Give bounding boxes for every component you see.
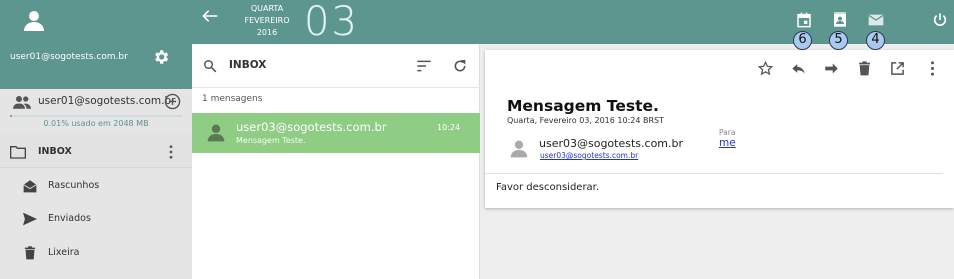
quota-text: 0.01% usado em 2048 MB xyxy=(43,119,149,128)
user-email: user01@sogotests.com.br xyxy=(10,52,128,62)
sidebar: user01@sogotests.com.br user01@sogotests… xyxy=(0,0,192,279)
arrow-back-icon[interactable] xyxy=(202,9,218,23)
sidebar-header: user01@sogotests.com.br xyxy=(0,0,192,89)
gear-icon[interactable] xyxy=(152,48,170,66)
message-date: Quarta, Fevereiro 03, 2016 10:24 BRST xyxy=(507,116,665,125)
folder-inbox[interactable]: INBOX xyxy=(0,135,192,168)
open-in-new-icon[interactable] xyxy=(890,61,905,76)
reply-icon[interactable] xyxy=(791,61,806,76)
message-time: 10:24 xyxy=(437,123,461,132)
sort-icon[interactable] xyxy=(416,60,432,72)
power-icon[interactable] xyxy=(932,12,948,28)
reading-pane: Mensagem Teste. Quarta, Fevereiro 03, 20… xyxy=(485,50,954,208)
trash-icon xyxy=(24,246,36,260)
badge-calendar: 6 xyxy=(793,31,812,50)
folder-sent[interactable]: Enviados xyxy=(0,202,192,235)
quota-fill xyxy=(10,115,12,117)
message-from: user03@sogotests.com.br xyxy=(236,120,387,134)
more-vert-icon[interactable] xyxy=(168,145,174,159)
contacts-icon[interactable] xyxy=(832,12,848,28)
folder-drafts[interactable]: Rascunhos xyxy=(0,169,192,202)
folder-label-inbox: INBOX xyxy=(38,146,72,157)
search-icon[interactable] xyxy=(203,59,217,73)
star-icon[interactable] xyxy=(758,61,773,76)
badge-mail: 4 xyxy=(866,31,885,50)
drafts-icon xyxy=(23,180,37,193)
month-label: FEVEREIRO xyxy=(244,16,290,25)
sender-avatar-icon xyxy=(510,140,528,158)
search-bar[interactable]: INBOX xyxy=(192,44,480,88)
message-list: INBOX 1 mensagens user03@sogotests.com.b… xyxy=(192,44,480,279)
year-label: 2016 xyxy=(256,28,278,37)
search-text: INBOX xyxy=(229,59,267,71)
message-count: 1 mensagens xyxy=(202,94,263,104)
message-subject: Mensagem Teste. xyxy=(236,136,306,145)
calendar-icon[interactable] xyxy=(796,12,812,28)
weekday-label: QUARTA xyxy=(250,4,284,13)
folder-trash[interactable]: Lixeira xyxy=(0,236,192,269)
forward-icon[interactable] xyxy=(824,61,839,76)
account-row[interactable]: user01@sogotests.com.br xyxy=(0,89,192,115)
send-icon xyxy=(23,212,37,226)
delete-icon[interactable] xyxy=(857,61,872,76)
refresh-icon[interactable] xyxy=(452,58,468,74)
add-folder-icon[interactable] xyxy=(164,93,181,110)
date-block: QUARTA FEVEREIRO 2016 xyxy=(234,3,300,39)
more-vert-icon[interactable] xyxy=(925,61,940,76)
folder-label-trash: Lixeira xyxy=(48,247,80,258)
folder-label-sent: Enviados xyxy=(48,213,91,224)
folder-label-drafts: Rascunhos xyxy=(48,180,100,191)
sender-name: user03@sogotests.com.br xyxy=(539,137,684,150)
message-body: Favor desconsiderar. xyxy=(496,182,600,193)
mail-icon[interactable] xyxy=(868,12,884,28)
sender-avatar-icon xyxy=(207,124,225,142)
to-label: Para xyxy=(719,128,736,137)
user-avatar-icon[interactable] xyxy=(22,9,46,33)
badge-contacts: 5 xyxy=(829,31,848,50)
people-icon xyxy=(13,96,31,109)
list-item[interactable]: user03@sogotests.com.br Mensagem Teste. … xyxy=(192,113,480,153)
sender-email-link[interactable]: user03@sogotests.com.br xyxy=(540,151,638,160)
folder-icon xyxy=(10,146,26,159)
divider xyxy=(485,173,943,174)
message-title: Mensagem Teste. xyxy=(507,97,659,115)
day-number: 03 xyxy=(304,0,359,45)
quota-bar xyxy=(10,115,182,117)
to-recipient-link[interactable]: me xyxy=(719,137,736,149)
account-label: user01@sogotests.com.br xyxy=(38,95,176,107)
